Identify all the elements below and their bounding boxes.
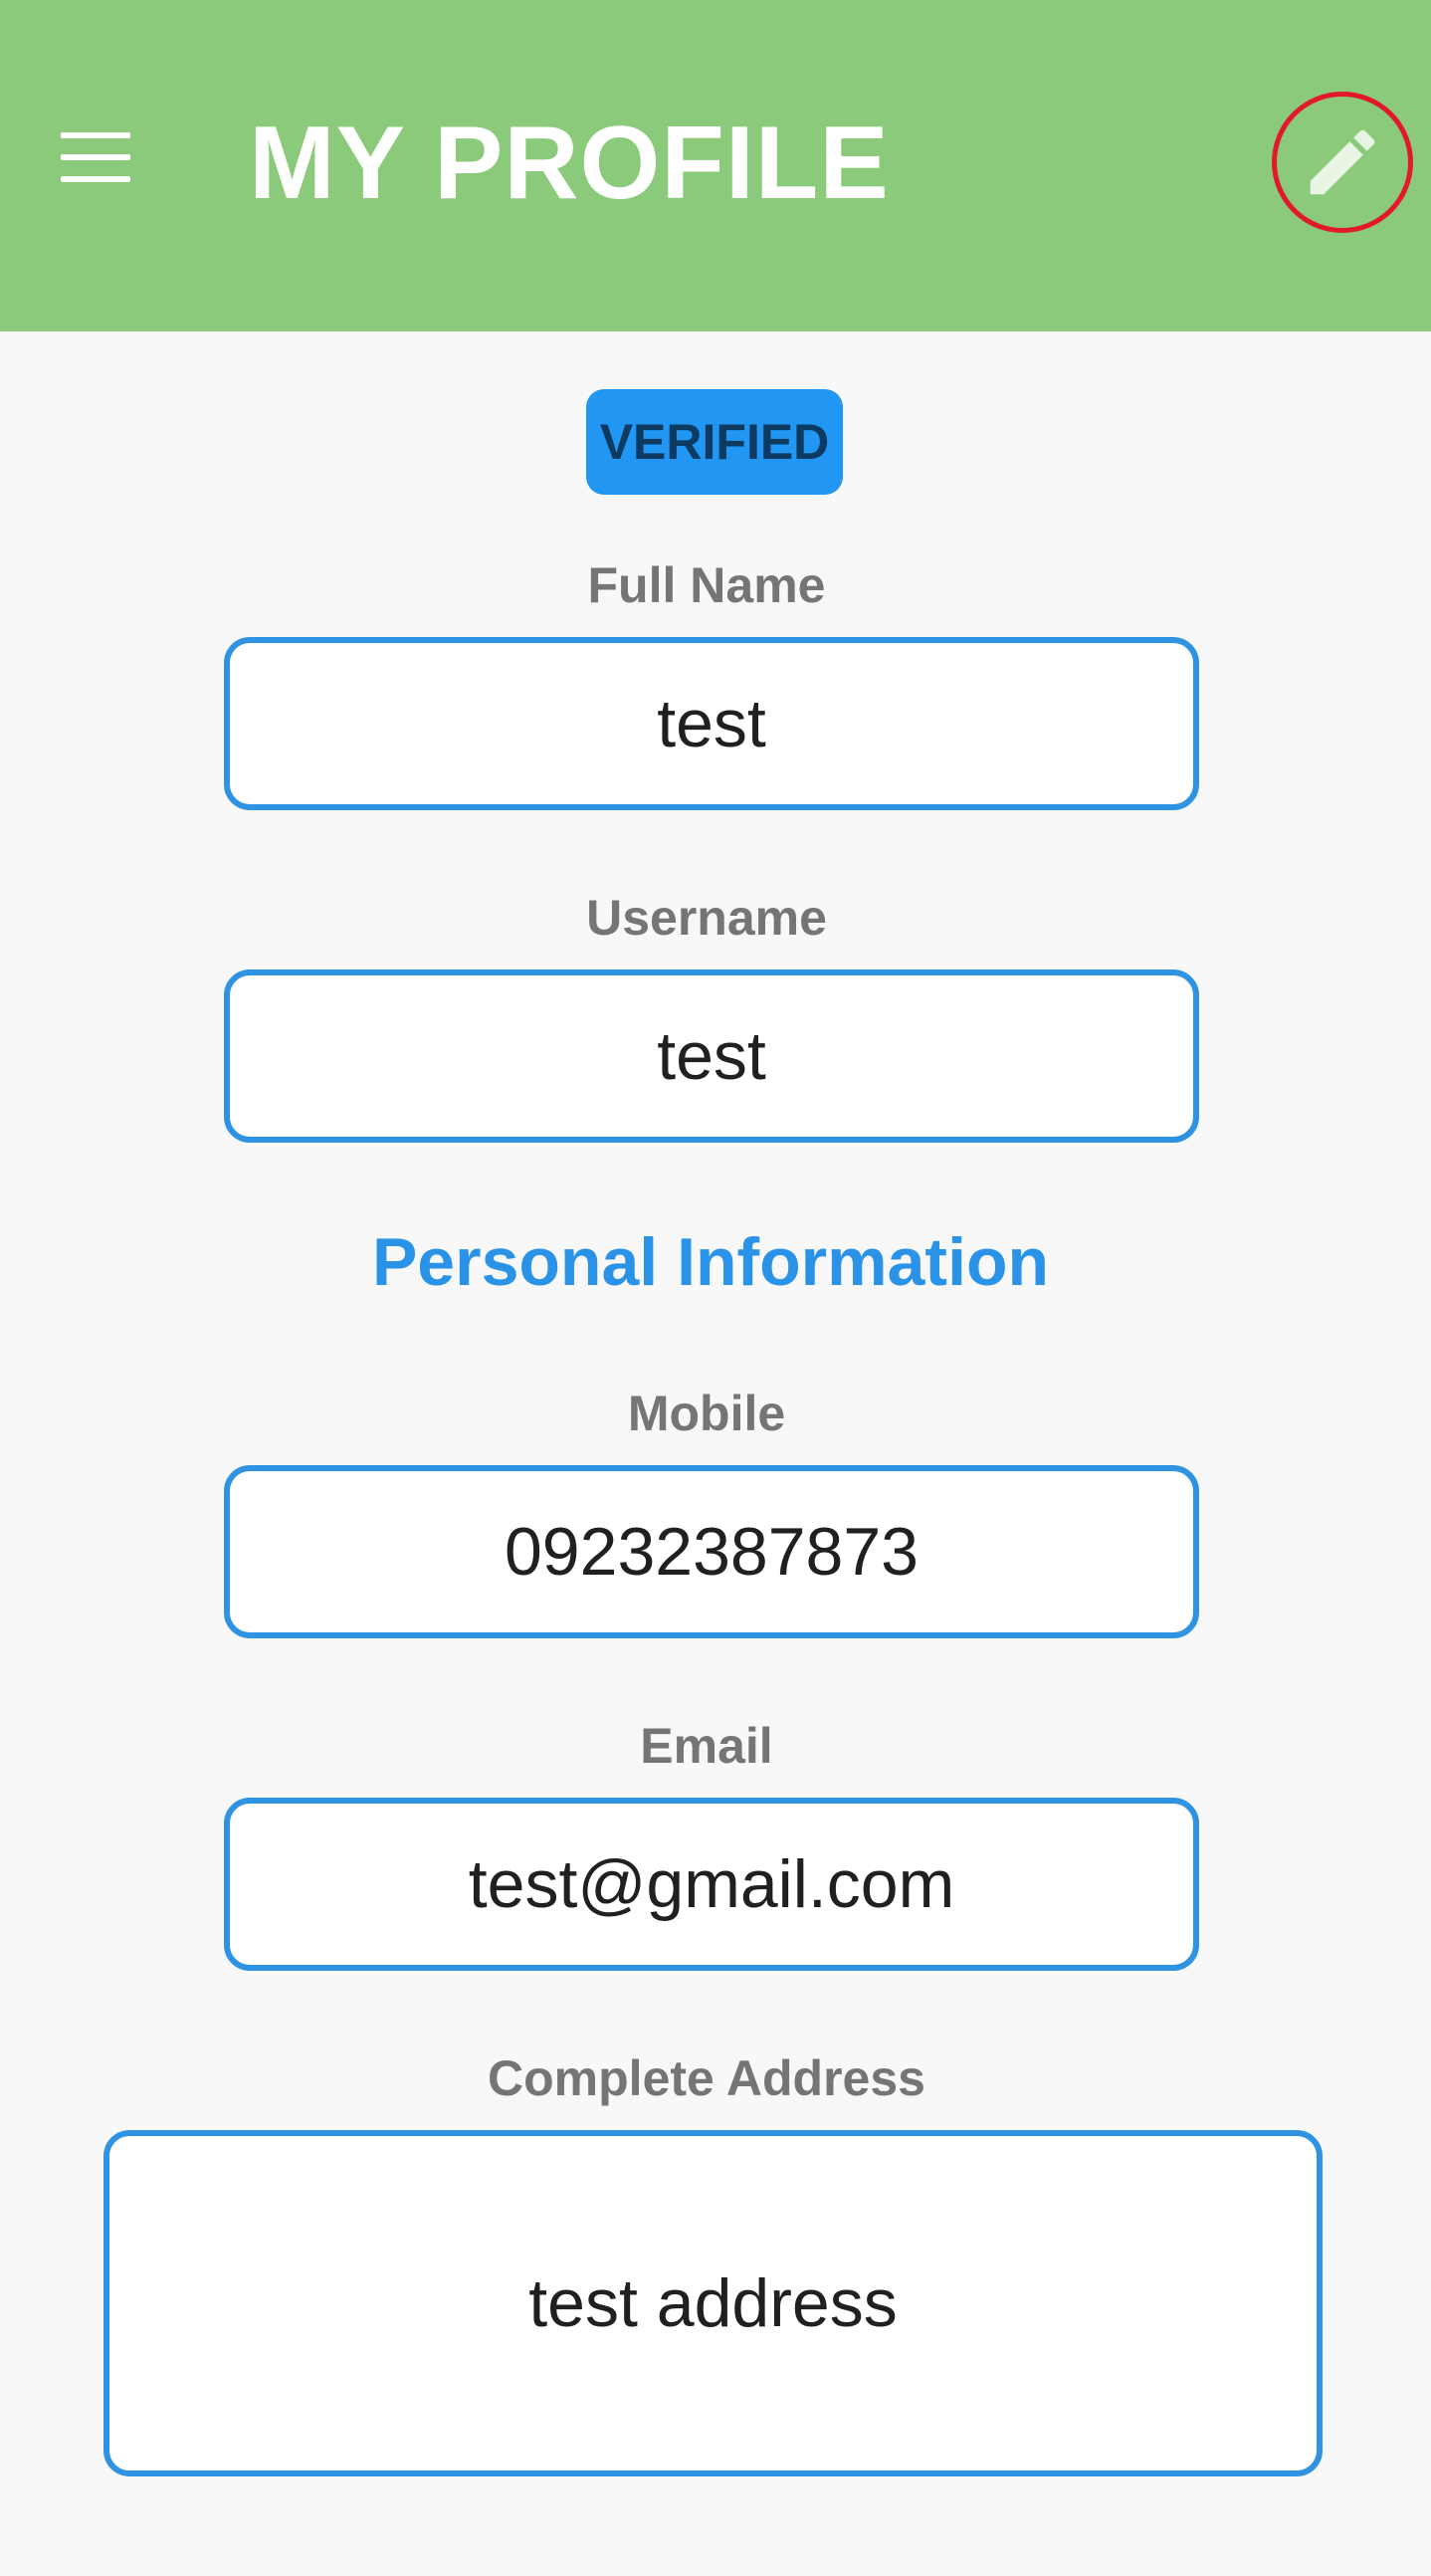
complete-address-field[interactable]: test address (103, 2130, 1323, 2476)
mobile-field[interactable]: 09232387873 (224, 1465, 1199, 1638)
full-name-label: Full Name (587, 557, 826, 613)
complete-address-label: Complete Address (488, 2050, 925, 2106)
verified-badge: VERIFIED (586, 389, 843, 495)
full-name-field[interactable]: test (224, 637, 1199, 810)
email-label: Email (640, 1718, 773, 1774)
username-field[interactable]: test (224, 969, 1199, 1143)
mobile-label: Mobile (627, 1386, 786, 1441)
email-field[interactable]: test@gmail.com (224, 1798, 1199, 1971)
edit-profile-button[interactable] (1272, 92, 1413, 233)
app-bar: MY PROFILE (0, 0, 1431, 331)
username-label: Username (586, 890, 827, 946)
menu-button[interactable] (48, 115, 143, 199)
personal-information-heading: Personal Information (371, 1224, 1050, 1300)
hamburger-menu-icon (61, 132, 130, 182)
pencil-icon (1310, 129, 1375, 195)
page-title: MY PROFILE (249, 106, 890, 221)
